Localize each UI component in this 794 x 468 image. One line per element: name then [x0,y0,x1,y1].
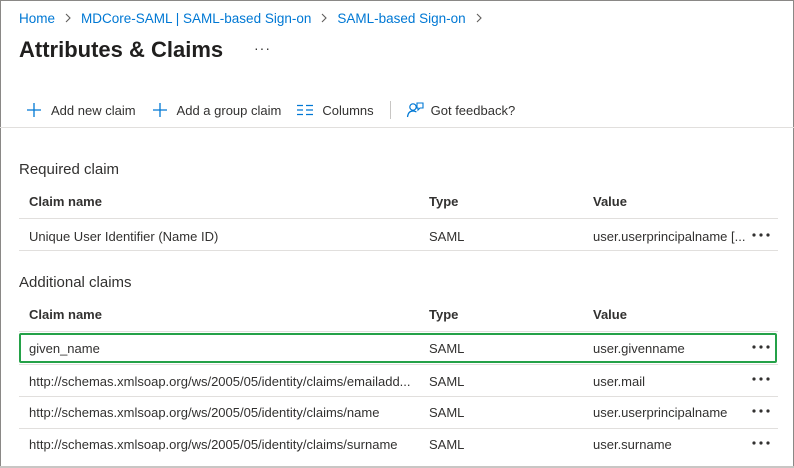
add-new-claim-label: Add new claim [51,102,136,118]
claim-name-cell: http://schemas.xmlsoap.org/ws/2005/05/id… [29,437,398,452]
breadcrumb-app[interactable]: MDCore-SAML | SAML-based Sign-on [81,11,311,26]
plus-icon [26,102,42,118]
row-divider [19,428,778,429]
column-header-claim-name[interactable]: Claim name [29,307,102,322]
claim-value-cell: user.surname [593,437,672,452]
toolbar-divider-line [0,127,794,128]
columns-button[interactable]: Columns [297,102,374,118]
row-divider [19,250,778,251]
claim-type-cell: SAML [429,437,465,452]
claim-value-cell: user.mail [593,374,646,389]
claim-name-cell: http://schemas.xmlsoap.org/ws/2005/05/id… [29,405,380,420]
columns-label: Columns [322,102,374,118]
claim-value-cell: user.givenname [593,341,685,356]
more-icon[interactable] [751,342,773,352]
add-group-claim-label: Add a group claim [176,102,282,118]
column-header-type[interactable]: Type [429,194,458,209]
command-bar: Add new claim Add a group claim Columns … [26,97,515,123]
more-icon[interactable] [751,406,773,416]
column-header-claim-name[interactable]: Claim name [29,194,102,209]
column-header-value[interactable]: Value [593,307,627,322]
more-icon[interactable] [751,230,773,240]
more-icon[interactable] [751,438,773,448]
more-options-button[interactable]: ··· [254,40,271,56]
claim-name-cell: http://schemas.xmlsoap.org/ws/2005/05/id… [29,374,411,389]
chevron-right-icon [475,13,483,23]
feedback-button[interactable]: Got feedback? [406,101,516,119]
plus-icon [152,102,168,118]
claim-type-cell: SAML [429,341,465,356]
claim-type-cell: SAML [429,229,465,244]
chevron-right-icon [64,13,72,23]
header-divider [19,331,778,332]
add-group-claim-button[interactable]: Add a group claim [152,102,282,118]
chevron-right-icon [320,13,328,23]
required-claim-heading: Required claim [19,161,120,178]
claim-name-cell: Unique User Identifier (Name ID) [29,229,219,244]
feedback-icon [406,101,424,119]
additional-claims-heading: Additional claims [19,274,132,291]
columns-icon [297,104,314,116]
add-new-claim-button[interactable]: Add new claim [26,102,136,118]
page-title: Attributes & Claims [19,37,224,62]
claim-value-cell: user.userprincipalname [... [593,229,746,244]
claim-type-cell: SAML [429,374,465,389]
toolbar-divider [389,101,391,119]
header-divider [19,218,778,219]
row-divider [19,396,778,397]
more-icon[interactable] [751,374,773,384]
claim-value-cell: user.userprincipalname [593,405,728,420]
breadcrumb-saml-sign-on[interactable]: SAML-based Sign-on [337,11,465,26]
claim-name-cell: given_name [29,341,100,356]
breadcrumb: Home MDCore-SAML | SAML-based Sign-on SA… [19,9,492,27]
row-divider [19,364,778,365]
feedback-label: Got feedback? [430,102,516,118]
column-header-value[interactable]: Value [593,194,627,209]
breadcrumb-home[interactable]: Home [19,11,55,26]
claim-type-cell: SAML [429,405,465,420]
column-header-type[interactable]: Type [429,307,458,322]
